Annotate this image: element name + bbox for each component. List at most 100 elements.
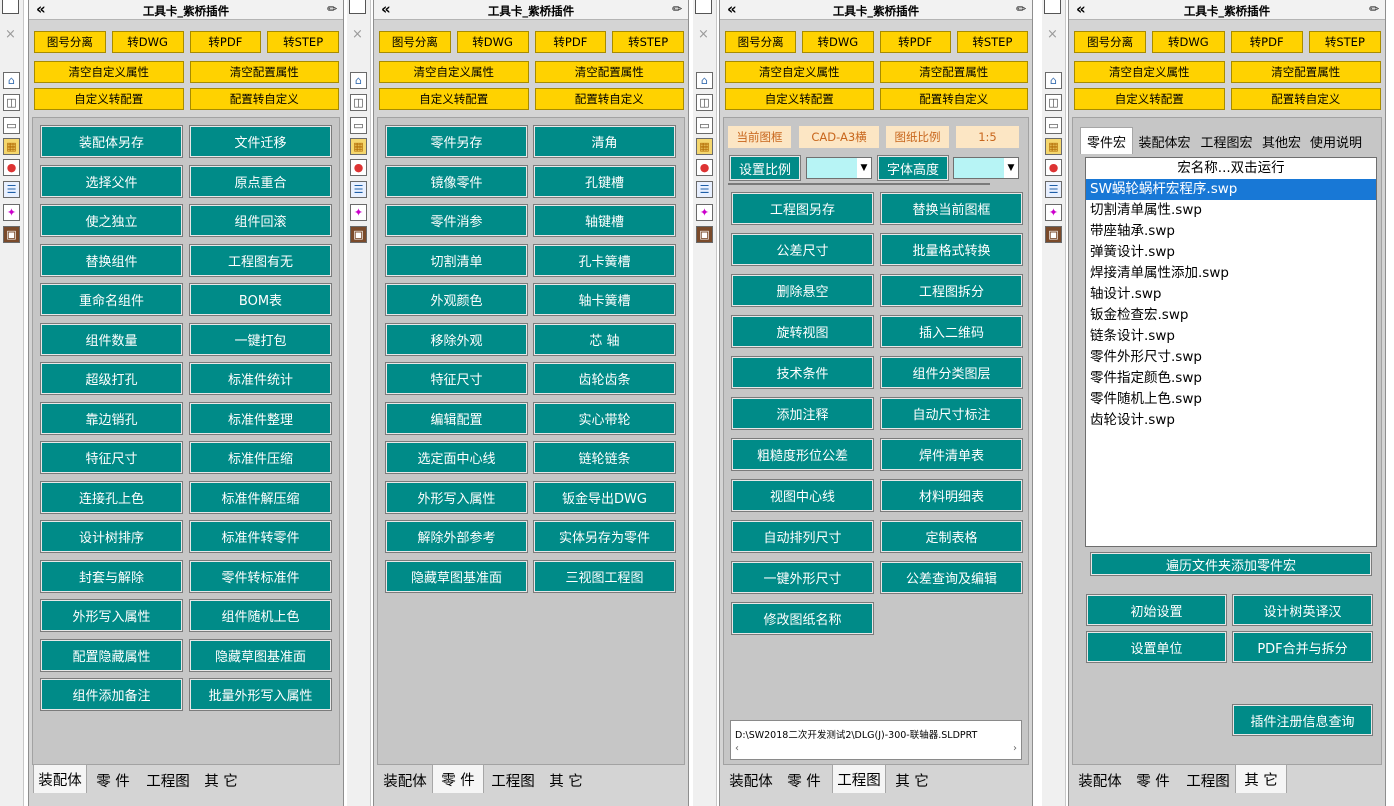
tool-button[interactable]: 选定面中心线 [385,441,528,474]
set-scale-button[interactable]: 设置比例 [729,155,801,181]
tool-button[interactable]: 超级打孔 [40,362,183,395]
tool-button[interactable]: 定制表格 [880,520,1023,553]
chevron-down-icon[interactable]: ▼ [1004,158,1018,178]
book-icon[interactable]: ▣ [3,226,20,243]
list-item[interactable]: 钣金检查宏.swp [1086,305,1376,326]
tab-drawing[interactable]: 工程图 [832,764,886,793]
export-button[interactable]: 转STEP [612,31,684,53]
tool-button[interactable]: BOM表 [189,283,332,316]
tab-assembly[interactable]: 装配体 [33,764,87,793]
color-wheel-icon[interactable]: ● [696,159,713,176]
tool-button[interactable]: 实体另存为零件 [533,520,676,553]
tool-button[interactable]: 设计树英译汉 [1232,594,1373,626]
clear-attr-button[interactable]: 清空自定义属性 [725,61,874,83]
font-height-button[interactable]: 字体高度 [877,155,949,181]
tool-button[interactable]: 公差查询及编辑 [880,561,1023,594]
tool-button[interactable]: 实心带轮 [533,401,676,435]
macro-tab[interactable]: 装配体宏 [1133,129,1196,153]
tab-other[interactable]: 其 它 [540,768,592,793]
palette-icon[interactable]: ✦ [1045,204,1062,221]
chart-icon[interactable]: ▦ [350,138,367,155]
cylinder-icon[interactable]: ◫ [350,94,367,111]
list-item[interactable]: 零件随机上色.swp [1086,389,1376,410]
cylinder-icon[interactable]: ◫ [696,94,713,111]
tab-drawing[interactable]: 工程图 [141,768,195,793]
book-icon[interactable]: ▣ [1045,226,1062,243]
tool-button[interactable]: 解除外部参考 [385,520,528,553]
tab-part[interactable]: 零 件 [1127,768,1179,793]
tab-drawing[interactable]: 工程图 [486,768,540,793]
macro-listbox[interactable]: 宏名称...双击运行 SW蜗轮蜗杆宏程序.swp 切割清单属性.swp 带座轴承.sw… [1085,157,1377,547]
tool-button[interactable]: 芯 轴 [533,322,676,356]
export-button[interactable]: 转PDF [1230,31,1303,53]
tool-button[interactable]: 选择父件 [40,164,183,198]
tool-button[interactable]: 工程图有无 [189,243,332,277]
tool-button[interactable]: 靠边销孔 [40,401,183,435]
tool-button[interactable]: 一键打包 [189,322,332,356]
home-icon[interactable]: ⌂ [350,72,367,89]
tool-button[interactable]: 孔卡簧槽 [533,243,676,277]
book-icon[interactable]: ▣ [350,226,367,243]
export-button[interactable]: 转STEP [1308,31,1381,53]
tool-button[interactable]: 重命名组件 [40,283,183,316]
tool-button[interactable]: 旋转视图 [731,315,874,348]
tool-button[interactable]: 标准件压缩 [189,441,332,474]
tab-other[interactable]: 其 它 [886,768,938,793]
toolbar-grip[interactable] [695,0,712,14]
folder-icon[interactable]: ▭ [350,117,367,134]
tool-button[interactable]: 设置单位 [1086,631,1227,663]
pin-icon[interactable]: ✏ [1369,1,1379,17]
tool-button[interactable]: 零件消参 [385,204,528,237]
tool-button[interactable]: 孔键槽 [533,164,676,198]
tool-button[interactable]: 特征尺寸 [385,362,528,395]
convert-attr-button[interactable]: 配置转自定义 [189,88,339,110]
tool-button[interactable]: 标准件整理 [189,401,332,435]
list-item[interactable]: 弹簧设计.swp [1086,242,1376,263]
chevron-down-icon[interactable]: ▼ [857,158,871,178]
clear-attr-button[interactable]: 清空自定义属性 [1074,61,1225,83]
tool-button[interactable]: 组件回滚 [189,204,332,237]
tool-button[interactable]: 封套与解除 [40,559,183,593]
tool-button[interactable]: 镜像零件 [385,164,528,198]
tool-button[interactable]: 切割清单 [385,243,528,277]
macro-tab[interactable]: 使用说明 [1306,129,1366,153]
pin-icon[interactable]: ✏ [1016,1,1026,17]
tool-button[interactable]: 标准件转零件 [189,520,332,553]
tool-button[interactable]: 替换组件 [40,243,183,277]
tool-button[interactable]: 零件转标准件 [189,559,332,593]
clear-attr-button[interactable]: 清空配置属性 [879,61,1028,83]
tool-button[interactable]: 三视图工程图 [533,559,676,593]
macro-tab[interactable]: 工程图宏 [1196,129,1257,153]
tool-button[interactable]: 文件迁移 [189,125,332,158]
macro-tab[interactable]: 零件宏 [1080,127,1133,154]
tab-other[interactable]: 其 它 [195,768,247,793]
tool-button[interactable]: 隐藏草图基准面 [385,559,528,593]
tool-button[interactable]: 自动尺寸标注 [880,397,1023,430]
tab-part[interactable]: 零 件 [87,768,139,793]
tool-button[interactable]: 组件数量 [40,322,183,356]
tab-assembly[interactable]: 装配体 [378,768,432,793]
export-button[interactable]: 转DWG [1152,31,1225,53]
tool-button[interactable]: 编辑配置 [385,401,528,435]
tool-button[interactable]: 自动排列尺寸 [731,520,874,553]
tool-button[interactable]: 替换当前图框 [880,192,1023,225]
tool-button[interactable]: 批量外形写入属性 [189,678,332,711]
list-icon[interactable]: ☰ [696,181,713,198]
tool-button[interactable]: 外形写入属性 [40,599,183,632]
tool-button[interactable]: 外形写入属性 [385,480,528,514]
traverse-folder-button[interactable]: 遍历文件夹添加零件宏 [1090,552,1372,576]
register-info-button[interactable]: 插件注册信息查询 [1232,704,1373,736]
scroll-right-icon[interactable]: › [1013,743,1017,754]
close-icon[interactable]: × [352,28,363,41]
export-button[interactable]: 转PDF [534,31,607,53]
toolbar-grip[interactable] [1044,0,1061,14]
convert-attr-button[interactable]: 配置转自定义 [879,88,1028,110]
tool-button[interactable]: 公差尺寸 [731,233,874,266]
export-button[interactable]: 图号分离 [725,31,797,53]
export-button[interactable]: 转STEP [267,31,339,53]
list-item[interactable]: SW蜗轮蜗杆宏程序.swp [1086,179,1376,200]
home-icon[interactable]: ⌂ [696,72,713,89]
chart-icon[interactable]: ▦ [696,138,713,155]
convert-attr-button[interactable]: 自定义转配置 [379,88,529,110]
tool-button[interactable]: 原点重合 [189,164,332,198]
